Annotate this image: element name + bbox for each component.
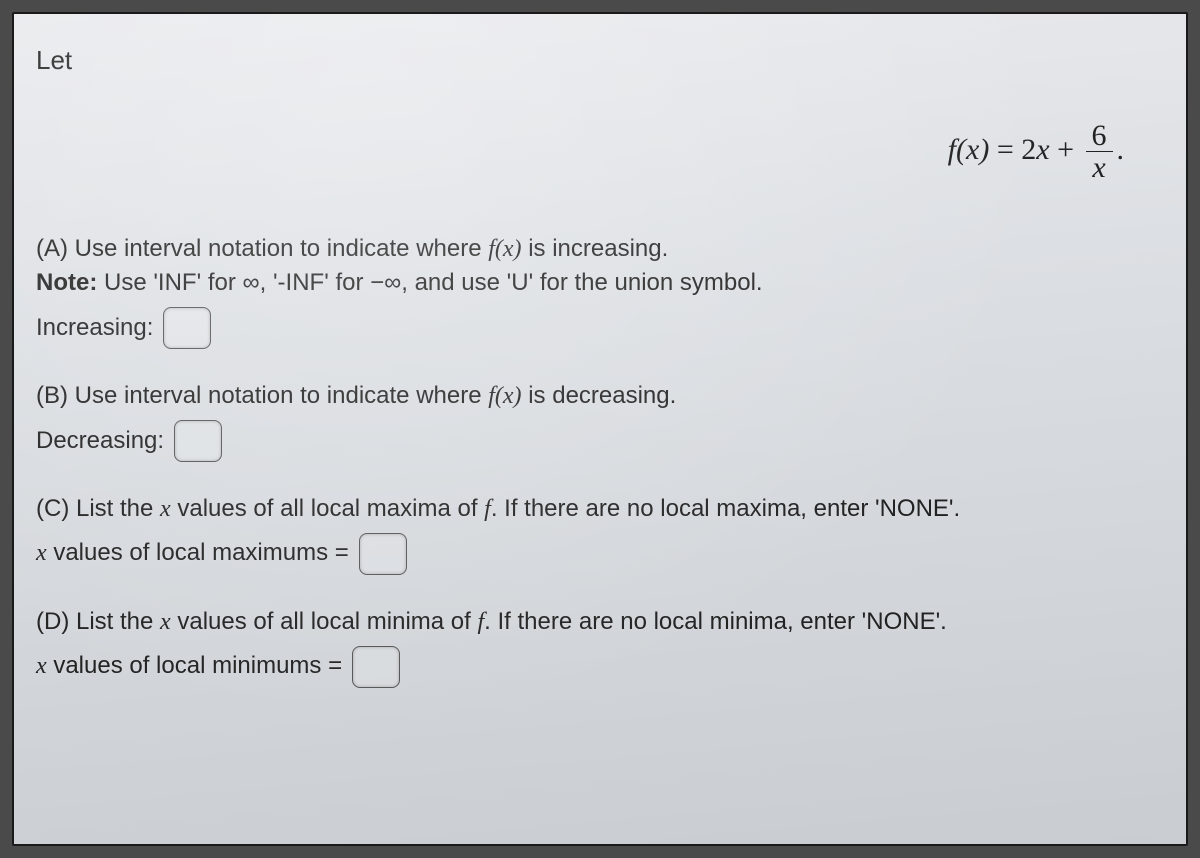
part-a-note: Note: Use 'INF' for ∞, '-INF' for −∞, an… (36, 266, 1164, 301)
part-a-prompt: (A) Use interval notation to indicate wh… (36, 232, 1164, 267)
problem-sheet: Let f(x) = 2x + 6 x . (A) Use interval n… (12, 12, 1188, 846)
part-a: (A) Use interval notation to indicate wh… (36, 232, 1164, 350)
increasing-label: Increasing: (36, 311, 153, 346)
equation-term1: 2x (1021, 133, 1049, 166)
local-max-label: x values of local maximums = (36, 536, 349, 571)
increasing-input[interactable] (163, 307, 211, 349)
function-equation: f(x) = 2x + 6 x . (36, 120, 1164, 184)
decreasing-row: Decreasing: (36, 420, 1164, 462)
increasing-row: Increasing: (36, 307, 1164, 349)
local-min-row: x values of local minimums = (36, 646, 1164, 688)
part-b: (B) Use interval notation to indicate wh… (36, 379, 1164, 462)
equation-plus: + (1050, 133, 1082, 166)
equation-lhs: f(x) (948, 133, 990, 166)
local-min-label: x values of local minimums = (36, 649, 342, 684)
intro-text: Let (36, 42, 1164, 80)
decreasing-label: Decreasing: (36, 424, 164, 459)
local-min-input[interactable] (352, 646, 400, 688)
fraction-numerator: 6 (1086, 120, 1113, 152)
part-b-prompt: (B) Use interval notation to indicate wh… (36, 379, 1164, 414)
equation-fraction: 6 x (1086, 120, 1113, 184)
part-d-prompt: (D) List the x values of all local minim… (36, 605, 1164, 640)
part-c: (C) List the x values of all local maxim… (36, 492, 1164, 575)
equation-period: . (1117, 133, 1125, 166)
local-max-input[interactable] (359, 533, 407, 575)
part-d: (D) List the x values of all local minim… (36, 605, 1164, 688)
equation-equals: = (989, 133, 1021, 166)
local-max-row: x values of local maximums = (36, 533, 1164, 575)
decreasing-input[interactable] (174, 420, 222, 462)
fraction-denominator: x (1086, 151, 1113, 184)
part-c-prompt: (C) List the x values of all local maxim… (36, 492, 1164, 527)
